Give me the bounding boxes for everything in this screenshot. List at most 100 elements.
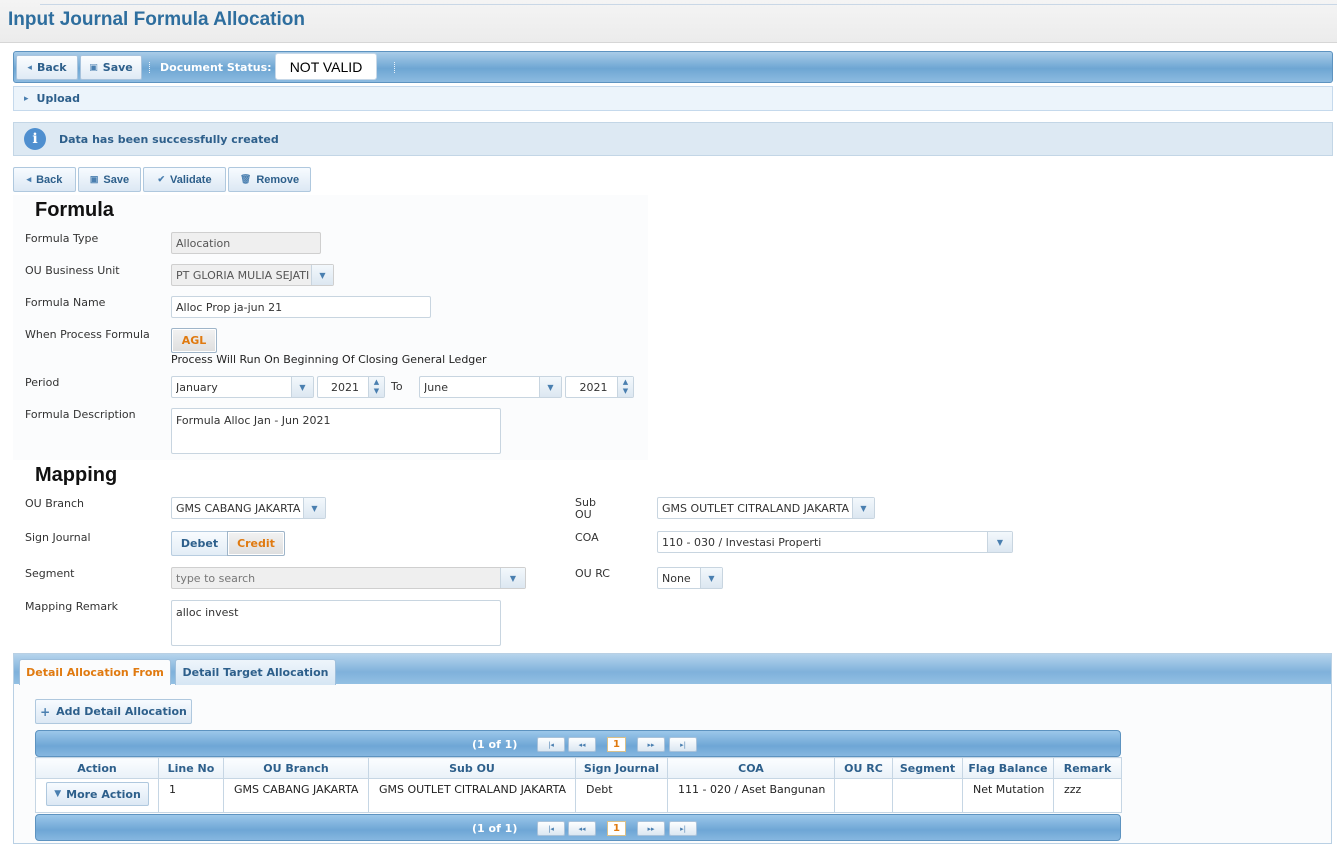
mapping-remark-textarea[interactable]: alloc invest bbox=[171, 600, 501, 646]
chevron-down-icon[interactable]: ▼ bbox=[500, 568, 525, 588]
cell-segment bbox=[892, 778, 963, 813]
formula-type-value: Allocation bbox=[176, 236, 231, 250]
add-detail-allocation-button[interactable]: + Add Detail Allocation bbox=[35, 699, 192, 724]
coa-select[interactable]: 110 - 030 / Investasi Properti ▼ bbox=[657, 531, 1013, 553]
period-to-month-select[interactable]: June ▼ bbox=[419, 376, 562, 398]
prev-page-icon[interactable]: ◂◂ bbox=[568, 737, 596, 752]
cell-coa: 111 - 020 / Aset Bangunan bbox=[667, 778, 835, 813]
ou-business-unit-label: OU Business Unit bbox=[25, 264, 120, 277]
floppy-icon: ▣ bbox=[89, 174, 99, 184]
chevron-down-icon[interactable]: ▼ bbox=[311, 265, 333, 285]
chevron-down-icon[interactable]: ▼ bbox=[700, 568, 722, 588]
remove-button[interactable]: 🗑 Remove bbox=[228, 167, 311, 192]
upload-panel-toggle[interactable]: ▸ Upload bbox=[13, 86, 1333, 111]
toolbar-separator bbox=[394, 62, 396, 73]
more-action-button[interactable]: ▼ More Action bbox=[46, 782, 149, 806]
column-header: Sign Journal bbox=[575, 757, 668, 779]
ou-branch-select[interactable]: GMS CABANG JAKARTA ▼ bbox=[171, 497, 326, 519]
sub-ou-value: GMS OUTLET CITRALAND JAKARTA bbox=[662, 501, 850, 515]
period-from-month-value: January bbox=[176, 380, 218, 394]
caret-down-icon: ▼ bbox=[54, 789, 62, 799]
save-label: Save bbox=[103, 173, 130, 186]
next-page-icon[interactable]: ▸▸ bbox=[637, 737, 665, 752]
top-back-button[interactable]: ◂ Back bbox=[16, 55, 78, 80]
column-header: Segment bbox=[892, 757, 963, 779]
top-save-button[interactable]: ▣ Save bbox=[80, 55, 142, 80]
tab-detail-allocation-from[interactable]: Detail Allocation From bbox=[19, 659, 171, 685]
pager-bottom: (1 of 1) |◂ ◂◂ 1 ▸▸ ▸| bbox=[35, 814, 1121, 841]
ou-rc-value: None bbox=[662, 571, 691, 585]
agl-toggle-button[interactable]: AGL bbox=[171, 328, 217, 353]
when-process-note: Process Will Run On Beginning Of Closing… bbox=[171, 353, 487, 366]
period-from-month-select[interactable]: January ▼ bbox=[171, 376, 314, 398]
column-header: Line No bbox=[158, 757, 224, 779]
column-header: OU Branch bbox=[223, 757, 369, 779]
period-from-year-spinner[interactable]: 2021 ▲ ▼ bbox=[317, 376, 385, 398]
cell-remark: zzz bbox=[1053, 778, 1122, 813]
cell-ou-branch: GMS CABANG JAKARTA bbox=[223, 778, 369, 813]
current-page[interactable]: 1 bbox=[607, 737, 626, 752]
ou-business-unit-select[interactable]: PT GLORIA MULIA SEJATI ▼ bbox=[171, 264, 334, 286]
mapping-remark-label: Mapping Remark bbox=[25, 600, 118, 613]
first-page-icon[interactable]: |◂ bbox=[537, 821, 565, 836]
next-page-icon[interactable]: ▸▸ bbox=[637, 821, 665, 836]
column-header: Flag Balance bbox=[962, 757, 1054, 779]
table-row: ▼ More Action 1 GMS CABANG JAKARTA GMS O… bbox=[35, 778, 1122, 813]
cell-action: ▼ More Action bbox=[35, 778, 159, 813]
last-page-icon[interactable]: ▸| bbox=[669, 821, 697, 836]
period-from-year-value: 2021 bbox=[331, 380, 359, 394]
first-page-icon[interactable]: |◂ bbox=[537, 737, 565, 752]
chevron-down-icon[interactable]: ▼ bbox=[852, 498, 874, 518]
when-process-label: When Process Formula bbox=[25, 328, 150, 341]
success-message-text: Data has been successfully created bbox=[59, 132, 279, 146]
period-to-year-spinner[interactable]: 2021 ▲ ▼ bbox=[565, 376, 634, 398]
save-button[interactable]: ▣ Save bbox=[78, 167, 141, 192]
period-to-month-value: June bbox=[424, 380, 448, 394]
spinner-arrows-icon[interactable]: ▲ ▼ bbox=[368, 377, 384, 397]
sign-debet-toggle[interactable]: Debet bbox=[171, 531, 228, 556]
tab-detail-target-allocation[interactable]: Detail Target Allocation bbox=[175, 659, 336, 685]
sub-ou-select[interactable]: GMS OUTLET CITRALAND JAKARTA ▼ bbox=[657, 497, 875, 519]
chevron-down-icon[interactable]: ▼ bbox=[539, 377, 561, 397]
ou-rc-select[interactable]: None ▼ bbox=[657, 567, 723, 589]
document-status-value: NOT VALID bbox=[275, 53, 377, 80]
column-header: Sub OU bbox=[368, 757, 576, 779]
floppy-icon: ▣ bbox=[89, 62, 98, 73]
segment-search-input[interactable]: type to search ▼ bbox=[171, 567, 526, 589]
chevron-down-icon[interactable]: ▼ bbox=[291, 377, 313, 397]
period-to-year-value: 2021 bbox=[579, 380, 608, 394]
add-detail-allocation-label: Add Detail Allocation bbox=[56, 705, 187, 718]
formula-name-label: Formula Name bbox=[25, 296, 106, 309]
prev-page-icon[interactable]: ◂◂ bbox=[568, 821, 596, 836]
ou-branch-label: OU Branch bbox=[25, 497, 85, 510]
title-bar: Input Journal Formula Allocation bbox=[0, 0, 1337, 43]
cell-ou-rc bbox=[834, 778, 893, 813]
cell-line-no: 1 bbox=[158, 778, 224, 813]
cell-flag-balance: Net Mutation bbox=[962, 778, 1054, 813]
sub-ou-label-line2: OU bbox=[575, 508, 592, 521]
page-title: Input Journal Formula Allocation bbox=[8, 9, 305, 30]
formula-description-textarea[interactable]: Formula Alloc Jan - Jun 2021 bbox=[171, 408, 501, 454]
formula-description-label: Formula Description bbox=[25, 408, 136, 421]
success-message: i Data has been successfully created bbox=[13, 122, 1333, 156]
segment-placeholder: type to search bbox=[176, 571, 256, 585]
sign-credit-toggle[interactable]: Credit bbox=[227, 531, 285, 556]
validate-button[interactable]: ✔ Validate bbox=[143, 167, 226, 192]
column-header: OU RC bbox=[834, 757, 893, 779]
ou-branch-value: GMS CABANG JAKARTA bbox=[176, 501, 301, 515]
last-page-icon[interactable]: ▸| bbox=[669, 737, 697, 752]
formula-name-value: Alloc Prop ja-jun 21 bbox=[176, 300, 283, 314]
top-save-label: Save bbox=[102, 61, 133, 74]
chevron-down-icon[interactable]: ▼ bbox=[987, 532, 1012, 552]
remove-label: Remove bbox=[256, 173, 300, 186]
back-button[interactable]: ◂ Back bbox=[13, 167, 76, 192]
chevron-down-icon[interactable]: ▼ bbox=[303, 498, 325, 518]
ou-rc-label: OU RC bbox=[575, 567, 610, 580]
validate-label: Validate bbox=[169, 173, 212, 186]
period-label: Period bbox=[25, 376, 60, 389]
spinner-arrows-icon[interactable]: ▲ ▼ bbox=[617, 377, 633, 397]
column-header: Remark bbox=[1053, 757, 1122, 779]
formula-name-input[interactable]: Alloc Prop ja-jun 21 bbox=[171, 296, 431, 318]
upload-label: Upload bbox=[36, 92, 80, 105]
current-page[interactable]: 1 bbox=[607, 821, 626, 836]
